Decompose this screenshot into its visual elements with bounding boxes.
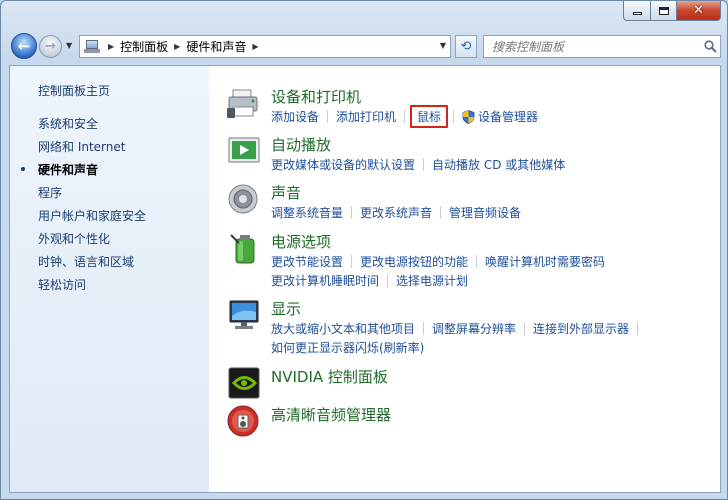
divider [524,322,526,335]
link-device-manager[interactable]: 设备管理器 [478,108,538,125]
content-area: 控制面板主页 系统和安全 网络和 Internet 硬件和声音 程序 用户帐户和… [9,65,721,493]
close-button[interactable]: ✕ [677,1,721,21]
link-require-password-on-wake[interactable]: 唤醒计算机时需要密码 [485,253,605,270]
divider [440,206,442,219]
autoplay-icon [227,134,263,168]
chevron-right-icon[interactable]: ▶ [252,42,258,51]
breadcrumb-control-panel[interactable]: 控制面板 [120,38,168,55]
recent-pages-dropdown[interactable]: ▼ [66,41,72,50]
search-input[interactable] [484,36,700,57]
sidebar-item-programs[interactable]: 程序 [38,184,62,201]
search-icon[interactable] [700,40,720,53]
link-power-button-function[interactable]: 更改电源按钮的功能 [360,253,468,270]
address-dropdown-button[interactable]: ▼ [440,41,446,50]
category-title-devices-printers[interactable]: 设备和打印机 [271,86,361,107]
sidebar-item-ease-of-access[interactable]: 轻松访问 [38,276,86,293]
active-bullet [21,167,25,171]
divider [476,255,478,268]
nvidia-icon [227,366,263,400]
category-title-display[interactable]: 显示 [271,298,301,319]
back-button[interactable]: ← [11,33,37,59]
sidebar-item-system-security[interactable]: 系统和安全 [38,115,98,132]
sidebar-item-appearance[interactable]: 外观和个性化 [38,230,110,247]
divider [351,255,353,268]
divider [453,110,455,123]
control-panel-window: ✕ ← → ▼ ▶ 控制面板 ▶ 硬件和声音 ▶ ▼ ⟲ 控制面板主页 系统和安… [0,0,728,500]
link-change-system-sounds[interactable]: 更改系统声音 [360,204,432,221]
divider [327,110,329,123]
link-adjust-resolution[interactable]: 调整屏幕分辨率 [432,320,516,337]
category-links: 添加设备 添加打印机 鼠标 设备管理器 [271,105,711,128]
link-power-saving-settings[interactable]: 更改节能设置 [271,253,343,270]
forward-button[interactable]: → [39,35,62,58]
category-links: 更改节能设置 更改电源按钮的功能 唤醒计算机时需要密码 更改计算机睡眠时间 选择… [271,252,711,290]
arrow-left-icon: ← [17,37,31,55]
category-title-sound[interactable]: 声音 [271,182,301,203]
sidebar-item-network[interactable]: 网络和 Internet [38,138,125,155]
search-box [483,35,721,58]
sidebar-item-hardware-sound[interactable]: 硬件和声音 [38,161,98,178]
link-change-sleep-time[interactable]: 更改计算机睡眠时间 [271,272,379,289]
link-manage-audio-devices[interactable]: 管理音频设备 [449,204,521,221]
divider [423,322,425,335]
sidebar-item-user-accounts[interactable]: 用户帐户和家庭安全 [38,207,146,224]
maximize-icon [658,6,669,15]
main-panel: 设备和打印机 添加设备 添加打印机 鼠标 设备管理器 自动播放 更改媒体或设备的… [209,66,720,492]
link-add-device[interactable]: 添加设备 [271,108,319,125]
speaker-icon [227,182,263,216]
link-autoplay-cd[interactable]: 自动播放 CD 或其他媒体 [432,156,565,173]
chevron-right-icon[interactable]: ▶ [108,42,114,51]
category-links: 调整系统音量 更改系统声音 管理音频设备 [271,203,711,222]
link-connect-external-display[interactable]: 连接到外部显示器 [533,320,629,337]
sidebar-item-clock-language[interactable]: 时钟、语言和区域 [38,253,134,270]
chevron-right-icon[interactable]: ▶ [174,42,180,51]
category-title-power-options[interactable]: 电源选项 [271,231,331,252]
category-title-nvidia[interactable]: NVIDIA 控制面板 [271,366,388,387]
link-fix-flicker[interactable]: 如何更正显示器闪烁(刷新率) [271,339,424,356]
close-icon: ✕ [693,3,704,18]
link-adjust-volume[interactable]: 调整系统音量 [271,204,343,221]
divider [351,206,353,219]
link-media-default-settings[interactable]: 更改媒体或设备的默认设置 [271,156,415,173]
battery-icon [227,231,263,265]
category-links: 更改媒体或设备的默认设置 自动播放 CD 或其他媒体 [271,155,711,174]
audio-manager-icon [227,404,263,438]
link-zoom-text[interactable]: 放大或缩小文本和其他项目 [271,320,415,337]
category-title-autoplay[interactable]: 自动播放 [271,134,331,155]
divider [423,158,425,171]
sidebar: 控制面板主页 系统和安全 网络和 Internet 硬件和声音 程序 用户帐户和… [10,66,209,492]
caption-buttons: ✕ [623,1,721,21]
maximize-button[interactable] [651,1,677,21]
control-panel-icon [84,39,102,54]
refresh-button[interactable]: ⟲ [455,35,477,58]
sidebar-item-home[interactable]: 控制面板主页 [38,82,110,99]
category-title-hd-audio-manager[interactable]: 高清晰音频管理器 [271,404,391,425]
uac-shield-icon [462,109,475,124]
link-add-printer[interactable]: 添加打印机 [336,108,396,125]
minimize-button[interactable] [623,1,651,21]
category-links: 放大或缩小文本和其他项目 调整屏幕分辨率 连接到外部显示器 如何更正显示器闪烁(… [271,319,711,357]
divider [637,322,639,335]
address-bar[interactable]: ▶ 控制面板 ▶ 硬件和声音 ▶ ▼ [79,35,451,58]
arrow-right-icon: → [45,39,56,54]
navigation-toolbar: ← → ▼ ▶ 控制面板 ▶ 硬件和声音 ▶ ▼ ⟲ [9,31,721,61]
link-choose-power-plan[interactable]: 选择电源计划 [396,272,468,289]
divider [387,274,389,287]
breadcrumb-hardware-sound[interactable]: 硬件和声音 [186,38,246,55]
printer-icon [227,86,263,120]
divider [404,110,406,123]
link-mouse[interactable]: 鼠标 [410,105,449,128]
monitor-icon [227,298,263,332]
refresh-icon: ⟲ [460,39,472,54]
minimize-icon [632,12,642,15]
